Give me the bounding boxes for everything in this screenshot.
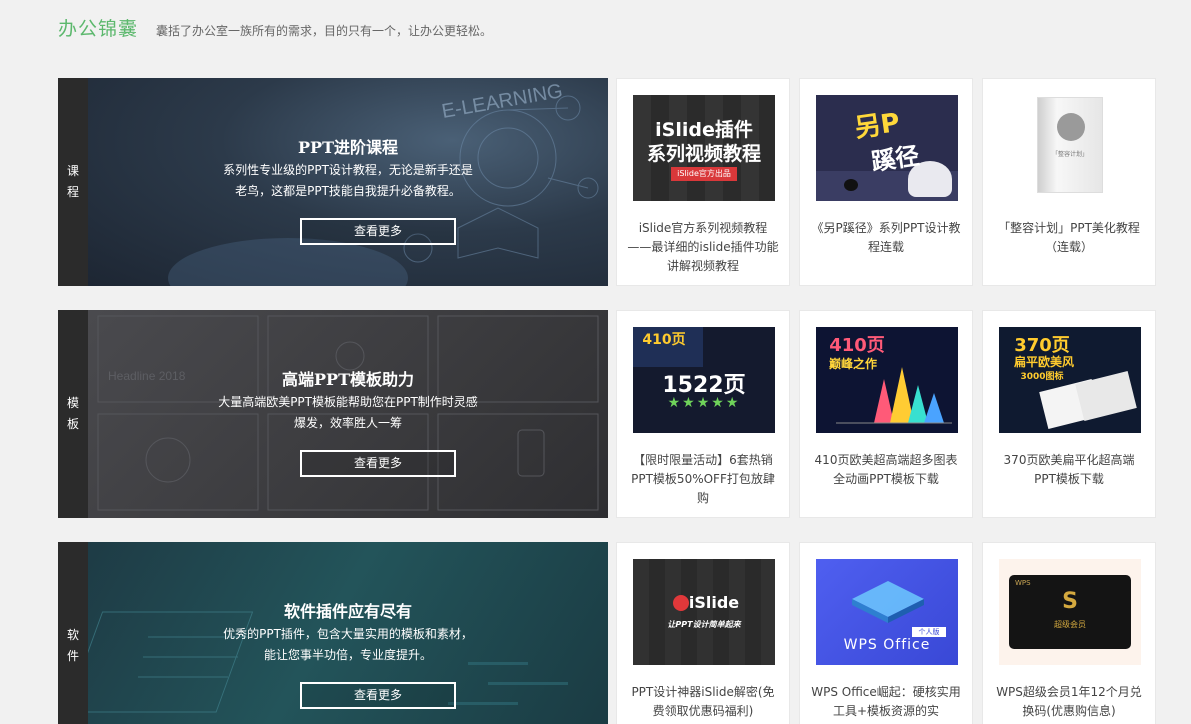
card-thumbnail: iSlide插件 系列视频教程 iSlide官方出品 (633, 95, 775, 201)
card-thumbnail: 370页 扁平欧美风 3000图标 (999, 327, 1141, 433)
course-card[interactable]: 「整容计划」 「整容计划」PPT美化教程（连载） (982, 78, 1156, 286)
software-card[interactable]: 个人版 WPS Office WPS Office崛起：硬核实用工具+模板资源的… (799, 542, 973, 724)
course-card[interactable]: 另P 蹊径 《另P蹊径》系列PPT设计教程连载 (799, 78, 973, 286)
page-title: 办公锦囊 (58, 18, 139, 40)
card-thumbnail: 个人版 WPS Office (816, 559, 958, 665)
card-caption[interactable]: PPT设计神器iSlide解密(免费领取优惠码福利) (627, 683, 779, 721)
banner-text: 系列性专业级的PPT设计教程，无论是新手还是老鸟，这都是PPT技能自我提升必备教… (223, 163, 473, 198)
banner-heading: 软件插件应有尽有 (283, 602, 412, 621)
banner-text: 优秀的PPT插件，包含大量实用的模板和素材，能让您事半功倍，专业度提升。 (223, 627, 473, 662)
template-card[interactable]: 410页 巅峰之作 410页欧美超高端超多图表全动画PPT模板下载 (799, 310, 973, 518)
card-thumbnail: 410页 巅峰之作 (816, 327, 958, 433)
software-banner[interactable]: 软 件 软件插件应有尽有 优秀的PPT插件，包含大量实用的模板和素材，能让您事半… (58, 542, 608, 724)
card-thumbnail: WPS S 超级会员 (999, 559, 1141, 665)
card-thumbnail: 「整容计划」 (999, 95, 1141, 201)
banner-heading: PPT进阶课程 (298, 138, 398, 157)
card-thumbnail: 另P 蹊径 (816, 95, 958, 201)
section-courses: 课 程 E-LEARNING PPT进阶课程 系列性专业级的PPT设计教程，无论… (58, 78, 1156, 286)
card-thumbnail: 410页 1522页 ★★★★★ (633, 327, 775, 433)
card-caption[interactable]: 370页欧美扁平化超高端PPT模板下载 (993, 451, 1145, 489)
template-card[interactable]: 370页 扁平欧美风 3000图标 370页欧美扁平化超高端PPT模板下载 (982, 310, 1156, 518)
banner-text: 大量高端欧美PPT模板能帮助您在PPT制作时灵感爆发，效率胜人一筹 (218, 395, 478, 430)
view-more-button[interactable]: 查看更多 (300, 218, 456, 245)
courses-banner[interactable]: 课 程 E-LEARNING PPT进阶课程 系列性专业级的PPT设计教程，无论… (58, 78, 608, 286)
card-caption[interactable]: WPS Office崛起：硬核实用工具+模板资源的实 (810, 683, 962, 721)
page-header: 办公锦囊 囊括了办公室一族所有的需求，目的只有一个，让办公更轻松。 (58, 14, 492, 44)
banner-heading: 高端PPT模板助力 (282, 370, 414, 389)
section-templates: 模 板 Headline 2018 高端PPT模板助力 大量高端欧美PPT模板能… (58, 310, 1156, 518)
view-more-button[interactable]: 查看更多 (300, 450, 456, 477)
card-caption[interactable]: 「整容计划」PPT美化教程（连载） (993, 219, 1145, 257)
card-caption[interactable]: 《另P蹊径》系列PPT设计教程连载 (810, 219, 962, 257)
software-card[interactable]: WPS S 超级会员 WPS超级会员1年12个月兑换码(优惠购信息) (982, 542, 1156, 724)
card-caption[interactable]: 【限时限量活动】6套热销PPT模板50%OFF打包放肆购 (627, 451, 779, 508)
section-side-label: 模 板 (58, 310, 88, 518)
view-more-button[interactable]: 查看更多 (300, 682, 456, 709)
course-card[interactable]: iSlide插件 系列视频教程 iSlide官方出品 iSlide官方系列视频教… (616, 78, 790, 286)
page-description: 囊括了办公室一族所有的需求，目的只有一个，让办公更轻松。 (156, 24, 493, 38)
template-card[interactable]: 410页 1522页 ★★★★★ 【限时限量活动】6套热销PPT模板50%OFF… (616, 310, 790, 518)
section-side-label: 软 件 (58, 542, 88, 724)
templates-banner[interactable]: 模 板 Headline 2018 高端PPT模板助力 大量高端欧美PPT模板能… (58, 310, 608, 518)
card-caption[interactable]: iSlide官方系列视频教程——最详细的islide插件功能讲解视频教程 (627, 219, 779, 276)
section-side-label: 课 程 (58, 78, 88, 286)
section-software: 软 件 软件插件应有尽有 优秀的PPT插件，包含大量实用的模板和素材，能让您事半… (58, 542, 1156, 724)
card-thumbnail: iSlide 让PPT设计简单起来 (633, 559, 775, 665)
card-caption[interactable]: 410页欧美超高端超多图表全动画PPT模板下载 (810, 451, 962, 489)
software-card[interactable]: iSlide 让PPT设计简单起来 PPT设计神器iSlide解密(免费领取优惠… (616, 542, 790, 724)
card-caption[interactable]: WPS超级会员1年12个月兑换码(优惠购信息) (993, 683, 1145, 721)
